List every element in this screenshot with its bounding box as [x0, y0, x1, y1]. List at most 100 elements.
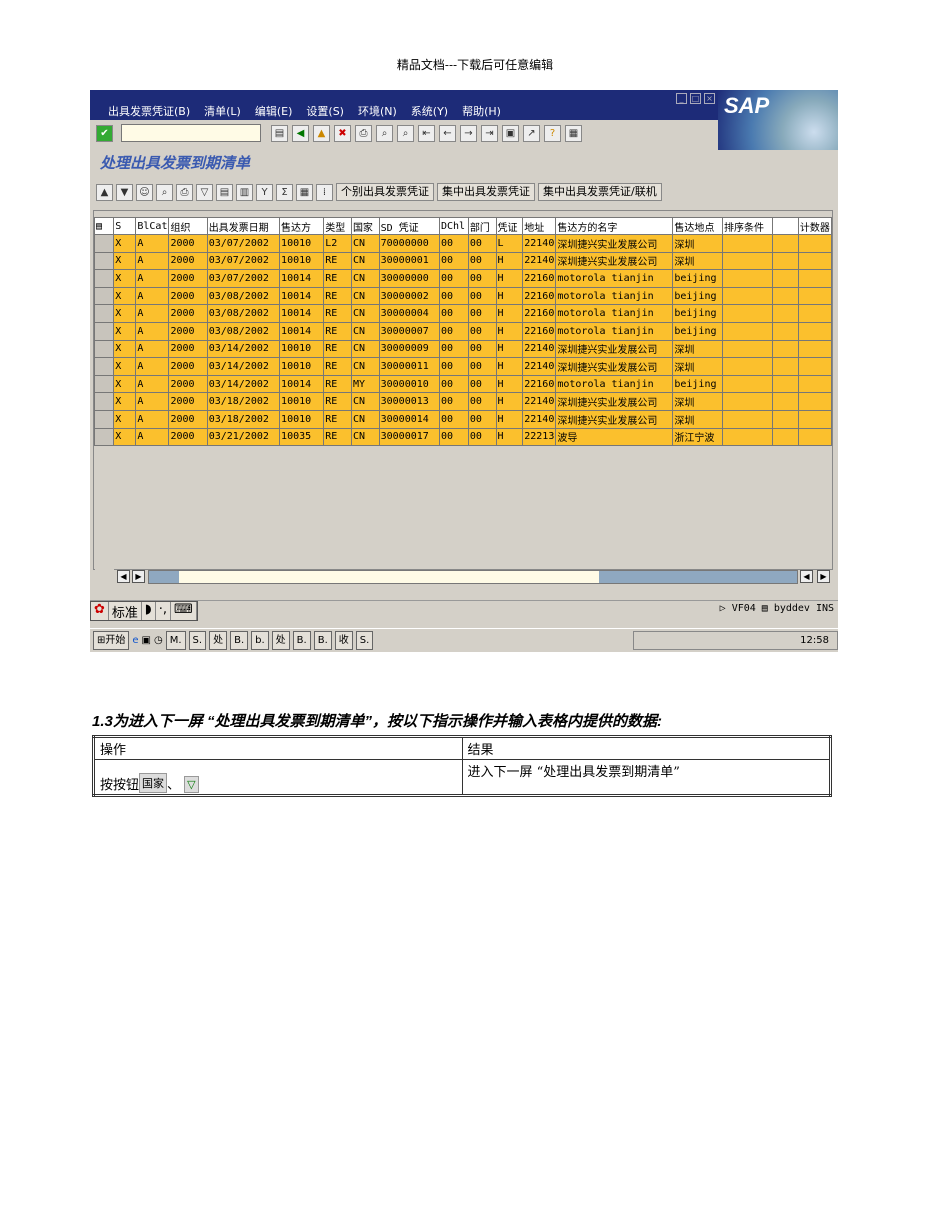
menu-item[interactable]: 系统(Y): [411, 103, 448, 119]
command-field[interactable]: [121, 124, 261, 142]
start-button[interactable]: ⊞开始: [93, 631, 130, 650]
shortcut-icon[interactable]: ↗: [523, 124, 540, 142]
expand-status-icon[interactable]: ▷: [720, 603, 726, 614]
find-icon[interactable]: ⌕: [376, 124, 393, 142]
row-selector[interactable]: [93, 269, 115, 288]
column-header[interactable]: 类型: [323, 217, 352, 235]
taskbar-item[interactable]: B.: [292, 631, 311, 650]
taskbar-item[interactable]: 处: [271, 631, 290, 650]
column-header[interactable]: 售达方: [279, 217, 325, 235]
table-row[interactable]: X A 2000 03/08/2002 10014 RE CN 30000007 00 00 H 22…: [93, 321, 833, 341]
filter-icon[interactable]: ▽: [196, 183, 213, 201]
menu-item[interactable]: 编辑(E): [255, 103, 293, 119]
table-row[interactable]: X A 2000 03/08/2002 10014 RE CN 30000002 00 00 H 22…: [93, 286, 833, 306]
taskbar-item[interactable]: b.: [251, 631, 269, 650]
column-header[interactable]: 出具发票日期: [206, 217, 281, 235]
scroll-right-icon[interactable]: ▶: [817, 570, 830, 583]
column-header[interactable]: 售达方的名字: [555, 217, 674, 235]
list-icon[interactable]: ▥: [236, 183, 253, 201]
menu-item[interactable]: 环境(N): [358, 103, 397, 119]
insert-mode[interactable]: INS: [816, 603, 834, 614]
row-selector[interactable]: [93, 427, 115, 447]
menu-item[interactable]: 出具发票凭证(B): [108, 103, 190, 119]
row-selector[interactable]: [93, 304, 115, 323]
find-next-icon[interactable]: ⌕: [397, 124, 414, 142]
taskbar-item[interactable]: 处: [209, 631, 228, 650]
table-row[interactable]: X A 2000 03/07/2002 10010 L2 CN 70000000 00 00 L 22…: [93, 234, 833, 253]
row-selector[interactable]: [93, 409, 115, 429]
column-header[interactable]: 凭证: [495, 217, 524, 235]
column-header[interactable]: DChl: [438, 217, 469, 235]
next-page-icon[interactable]: →: [460, 124, 477, 142]
horizontal-scrollbar[interactable]: [148, 570, 798, 584]
table-row[interactable]: X A 2000 03/14/2002 10010 RE CN 30000011 00 00 H 22…: [93, 357, 833, 376]
column-header[interactable]: 组织: [168, 217, 208, 235]
row-selector[interactable]: [93, 374, 115, 394]
taskbar-item[interactable]: S.: [355, 631, 374, 650]
column-header[interactable]: [771, 217, 799, 235]
prev-page-icon[interactable]: ←: [439, 124, 456, 142]
ime-mode[interactable]: 标准: [109, 602, 142, 621]
column-header[interactable]: 计数器: [797, 217, 833, 235]
cancel-icon[interactable]: ✖: [334, 124, 351, 142]
half-width-icon[interactable]: ◗: [142, 602, 156, 620]
print-icon[interactable]: ⎙: [355, 124, 372, 142]
menu-item[interactable]: 帮助(H): [462, 103, 501, 119]
table-row[interactable]: X A 2000 03/08/2002 10014 RE CN 30000004 00 00 H 22…: [93, 304, 833, 323]
taskbar-item[interactable]: S.: [188, 631, 207, 650]
system-info-icon[interactable]: ▤: [762, 603, 768, 614]
individual-billing-button[interactable]: 个别出具发票凭证: [336, 183, 434, 201]
collective-billing-online-button[interactable]: 集中出具发票凭证/联机: [538, 183, 662, 201]
table-row[interactable]: X A 2000 03/07/2002 10010 RE CN 30000001 00 00 H 22…: [93, 251, 833, 271]
column-header[interactable]: 排序条件: [722, 217, 773, 235]
set-filter-icon[interactable]: Y: [256, 183, 273, 201]
table-row[interactable]: X A 2000 03/14/2002 10014 RE MY 30000010 00 00 H 22…: [93, 374, 833, 394]
column-header[interactable]: 部门: [467, 217, 497, 235]
back-icon[interactable]: ◀: [292, 124, 309, 142]
table-row[interactable]: X A 2000 03/18/2002 10010 RE CN 30000013 00 00 H 22…: [93, 392, 833, 411]
desktop-icon[interactable]: ▣: [142, 635, 151, 646]
save-icon[interactable]: ▤: [271, 124, 288, 142]
table-row[interactable]: X A 2000 03/18/2002 10010 RE CN 30000014 00 00 H 22…: [93, 409, 833, 429]
select-all-icon[interactable]: ▤: [93, 217, 115, 235]
keyboard-icon[interactable]: ⌨: [171, 602, 197, 620]
clock-app-icon[interactable]: ◷: [154, 635, 163, 646]
enter-icon[interactable]: ✔: [96, 124, 113, 142]
row-selector[interactable]: [93, 357, 115, 376]
new-session-icon[interactable]: ▣: [502, 124, 519, 142]
exit-icon[interactable]: ▲: [313, 124, 330, 142]
zoom-icon[interactable]: ⌕: [156, 183, 173, 201]
scroll-left-icon[interactable]: ◀: [117, 570, 130, 583]
print-icon[interactable]: ⎙: [176, 183, 193, 201]
sort-desc-icon[interactable]: ▼: [116, 183, 133, 201]
first-page-icon[interactable]: ⇤: [418, 124, 435, 142]
punctuation-toggle[interactable]: ·,: [156, 602, 172, 620]
column-header[interactable]: 国家: [350, 217, 380, 235]
row-selector[interactable]: [93, 339, 115, 359]
sort-asc-icon[interactable]: ▲: [96, 183, 113, 201]
ime-icon[interactable]: ✿: [91, 602, 109, 620]
columns-icon[interactable]: ▦: [296, 183, 313, 201]
ie-icon[interactable]: e: [132, 635, 138, 646]
layout-icon[interactable]: ▦: [565, 124, 582, 142]
close-icon[interactable]: ×: [704, 93, 715, 104]
scroll-right-icon[interactable]: ▶: [132, 570, 145, 583]
export-icon[interactable]: ▤: [216, 183, 233, 201]
row-selector[interactable]: [93, 392, 115, 411]
taskbar-item[interactable]: M.: [165, 631, 186, 650]
collective-billing-button[interactable]: 集中出具发票凭证: [437, 183, 535, 201]
column-header[interactable]: BlCat: [135, 217, 170, 235]
menu-item[interactable]: 清单(L): [204, 103, 241, 119]
taskbar-item[interactable]: 收: [334, 631, 353, 650]
column-header[interactable]: SD 凭证: [378, 217, 440, 235]
scroll-left-icon[interactable]: ◀: [800, 570, 813, 583]
row-selector[interactable]: [93, 321, 115, 341]
row-selector[interactable]: [93, 286, 115, 306]
maximize-icon[interactable]: □: [690, 93, 701, 104]
last-page-icon[interactable]: ⇥: [481, 124, 498, 142]
taskbar-item[interactable]: B.: [313, 631, 332, 650]
table-row[interactable]: X A 2000 03/14/2002 10010 RE CN 30000009 00 00 H 22…: [93, 339, 833, 359]
menu-item[interactable]: 设置(S): [306, 103, 344, 119]
minimize-icon[interactable]: _: [676, 93, 687, 104]
sum-icon[interactable]: Σ: [276, 183, 293, 201]
